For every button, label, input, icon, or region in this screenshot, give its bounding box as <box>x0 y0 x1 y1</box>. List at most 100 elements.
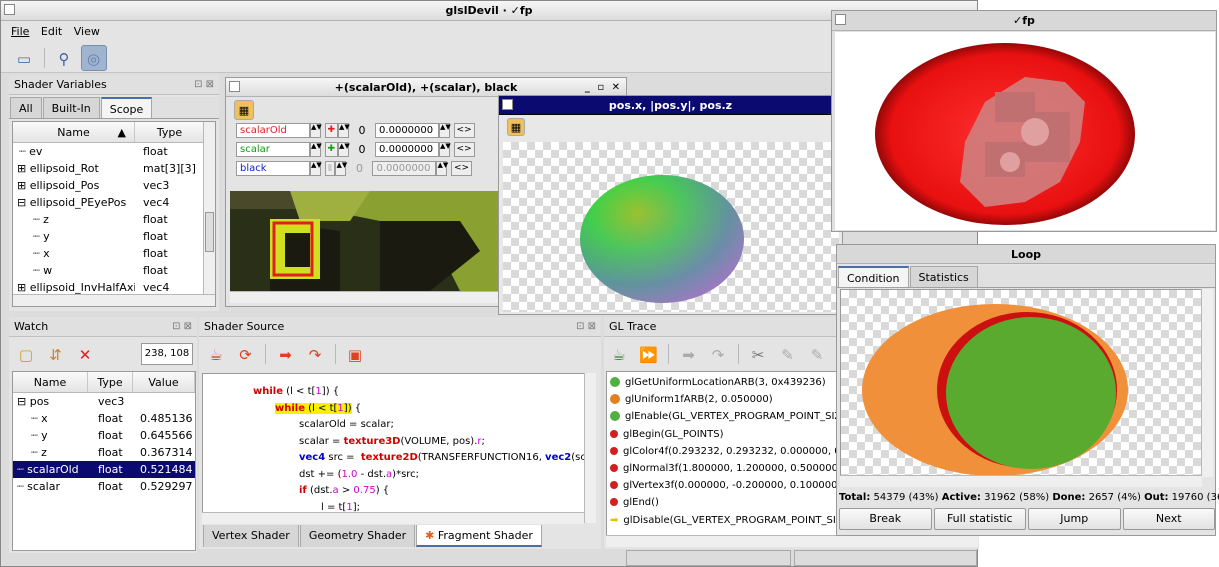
tree-row[interactable]: ⊞ ellipsoid_Pos vec3 <box>13 177 215 194</box>
col-value[interactable]: Value <box>133 372 195 392</box>
col-name[interactable]: Name ▲ <box>13 122 135 142</box>
compare-button[interactable]: <> <box>450 161 473 176</box>
watch-row[interactable]: ┈ x float 0.485136 <box>13 410 195 427</box>
window-menu-icon[interactable] <box>229 81 240 92</box>
delete-watch-icon[interactable]: ✕ <box>72 341 98 367</box>
skip-icon[interactable]: ⏩ <box>636 341 662 367</box>
tree-row[interactable]: ┈ z float <box>13 211 215 228</box>
channel-op-button[interactable]: ✚ <box>324 123 339 138</box>
code-vscroll[interactable] <box>584 373 596 523</box>
trace-row[interactable]: ➡ glDisable(GL_VERTEX_PROGRAM_POINT_SIZE <box>607 512 837 529</box>
loop-hscroll[interactable] <box>840 475 1202 487</box>
code-hscroll[interactable] <box>202 512 584 524</box>
add-watch-icon[interactable]: ⇵ <box>43 341 69 367</box>
open-folder-icon[interactable]: ▭ <box>11 45 37 71</box>
scroll-thumb[interactable] <box>205 212 214 252</box>
spin-icon[interactable]: ▲▼ <box>310 123 322 138</box>
scalar-image-view[interactable] <box>230 191 500 291</box>
window-menu-icon[interactable] <box>4 4 15 15</box>
range-min-field[interactable]: 0.0000000 <box>372 161 437 176</box>
col-type[interactable]: Type <box>135 122 205 142</box>
trace-row[interactable]: glEnd() <box>607 494 837 511</box>
tab-vertex-shader[interactable]: Vertex Shader <box>203 525 299 547</box>
spin-icon[interactable]: ▲▼ <box>439 142 451 157</box>
edit2-icon[interactable]: ✎ <box>804 341 830 367</box>
restart-icon[interactable]: ⟳ <box>233 341 259 367</box>
watch-row[interactable]: ┈ scalar float 0.529297 <box>13 478 195 495</box>
range-min-field[interactable]: 0.0000000 <box>375 123 440 138</box>
tab-statistics[interactable]: Statistics <box>909 266 978 287</box>
shader-vars-hscroll[interactable] <box>13 294 215 306</box>
col-name[interactable]: Name <box>13 372 88 392</box>
trace-row[interactable]: glUniform1fARB(2, 0.050000) <box>607 391 837 408</box>
shader-vars-vscroll[interactable] <box>203 122 215 294</box>
tab-geometry-shader[interactable]: Geometry Shader <box>299 525 416 547</box>
spin-icon[interactable]: ▲▼ <box>439 123 451 138</box>
tree-row[interactable]: ┈ w float <box>13 262 215 279</box>
fp-window-titlebar[interactable]: ✓fp <box>832 11 1216 31</box>
full-statistic-button[interactable]: Full statistic <box>933 508 1026 530</box>
channel-var-select[interactable]: scalar <box>236 142 310 157</box>
range-min-field[interactable]: 0.0000000 <box>375 142 440 157</box>
tab-all[interactable]: All <box>10 97 42 118</box>
watch-row[interactable]: ┈ y float 0.645566 <box>13 427 195 444</box>
tree-row[interactable]: ⊟ ellipsoid_PEyePos vec4 <box>13 194 215 211</box>
spin-icon[interactable]: ▲▼ <box>338 142 350 157</box>
menu-view[interactable]: View <box>74 25 100 38</box>
watch-row[interactable]: ⊟ pos vec3 <box>13 393 195 410</box>
dock-controls-icon[interactable]: ⊡ ⊠ <box>172 317 192 337</box>
tab-fragment-shader[interactable]: ✱ Fragment Shader <box>416 525 542 547</box>
dock-controls-icon[interactable]: ⊡ ⊠ <box>576 317 596 337</box>
step-over-icon[interactable]: ↷ <box>302 341 328 367</box>
spin-icon[interactable]: ▲▼ <box>310 142 322 157</box>
tab-built-in[interactable]: Built-In <box>42 97 100 118</box>
pick-icon[interactable]: ◎ <box>80 45 107 71</box>
watch-row-selected[interactable]: ┈ scalarOld float 0.521484 <box>13 461 195 478</box>
compare-button[interactable]: <> <box>453 142 475 157</box>
menu-file[interactable]: File <box>11 25 29 38</box>
color-map-icon[interactable]: ▦ <box>234 100 254 120</box>
break-button[interactable]: Break <box>839 508 932 530</box>
edit-icon[interactable]: ✎ <box>775 341 801 367</box>
trace-hscroll[interactable] <box>606 535 978 547</box>
watch-row[interactable]: ┈ z float 0.367314 <box>13 444 195 461</box>
trace-row[interactable]: glEnable(GL_VERTEX_PROGRAM_POINT_SIZE <box>607 408 837 425</box>
run-cup-icon[interactable]: ☕ <box>606 341 632 367</box>
channel-var-select[interactable]: black <box>236 161 310 176</box>
pos-window-titlebar[interactable]: pos.x, |pos.y|, pos.z <box>499 96 842 115</box>
channel-op-button[interactable]: ✚ <box>324 142 339 157</box>
loop-window-titlebar[interactable]: Loop <box>837 245 1215 264</box>
step-icon[interactable]: ➡ <box>676 341 702 367</box>
channel-var-select[interactable]: scalarOld <box>236 123 310 138</box>
spin-icon[interactable]: ▲▼ <box>338 123 350 138</box>
tree-row[interactable]: ⊞ ellipsoid_Rot mat[3][3] <box>13 160 215 177</box>
trace-row[interactable]: glNormal3f(1.800000, 1.200000, 0.500000) <box>607 460 837 477</box>
dock-controls-icon[interactable]: ⊡ ⊠ <box>194 75 214 95</box>
compare-button[interactable]: <> <box>453 123 475 138</box>
window-menu-icon[interactable] <box>835 14 846 25</box>
pos-image-view[interactable] <box>503 142 839 312</box>
tree-row[interactable]: ┈ x float <box>13 245 215 262</box>
spin-icon[interactable]: ▲▼ <box>310 161 322 176</box>
spin-icon[interactable]: ▲▼ <box>436 161 448 176</box>
channel-op-button[interactable]: ▮ <box>324 161 336 176</box>
tools-icon[interactable]: ✂ <box>745 341 771 367</box>
trace-row[interactable]: glVertex3f(0.000000, -0.200000, 0.100000 <box>607 477 837 494</box>
next-button[interactable]: Next <box>1122 508 1215 530</box>
trace-row[interactable]: glColor4f(0.293232, 0.293232, 0.000000, … <box>607 443 837 460</box>
loop-vscroll[interactable] <box>1201 289 1213 477</box>
tree-row[interactable]: ┈ ev float <box>13 143 215 160</box>
menu-edit[interactable]: Edit <box>41 25 62 38</box>
tab-scope[interactable]: Scope <box>100 97 153 118</box>
spin-icon[interactable]: ▲▼ <box>335 161 347 176</box>
scalar-hscroll[interactable] <box>230 291 504 303</box>
new-watch-icon[interactable]: ▢ <box>13 341 39 367</box>
zoom-icon[interactable]: ⚲ <box>51 45 77 71</box>
trace-row[interactable]: glBegin(GL_POINTS) <box>607 426 837 443</box>
jump-button[interactable]: Jump <box>1028 508 1121 530</box>
color-map-icon[interactable]: ▦ <box>507 118 525 136</box>
tree-row[interactable]: ┈ y float <box>13 228 215 245</box>
col-type[interactable]: Type <box>88 372 133 392</box>
step-over-icon[interactable]: ↷ <box>705 341 731 367</box>
trace-row[interactable]: glGetUniformLocationARB(3, 0x439236) <box>607 374 837 391</box>
